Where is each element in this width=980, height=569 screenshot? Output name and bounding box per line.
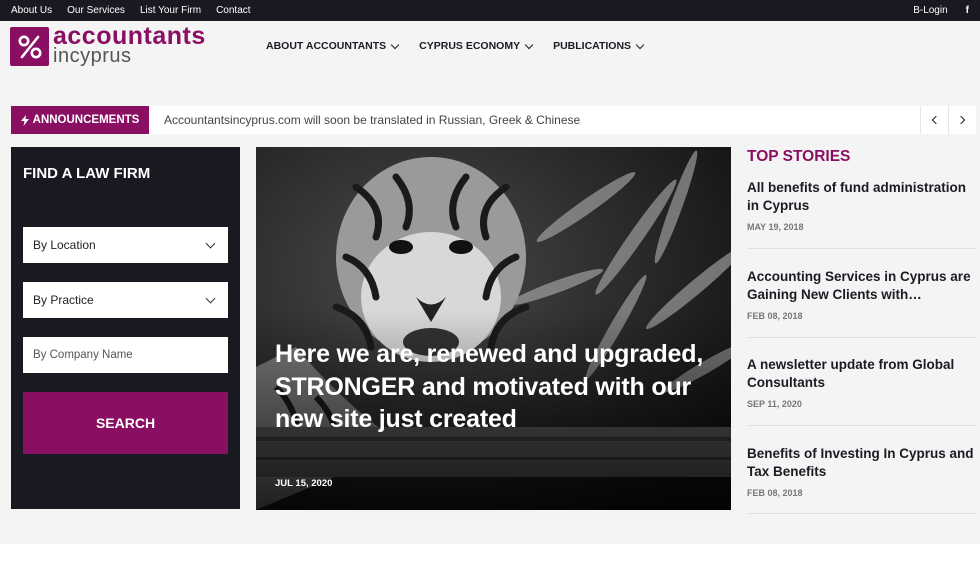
announcement-next-button[interactable] bbox=[948, 106, 976, 134]
tiger-image bbox=[256, 147, 731, 510]
story-date: MAY 19, 2018 bbox=[747, 222, 804, 232]
announcements-label-text: ANNOUNCEMENTS bbox=[32, 114, 140, 126]
chevron-left-icon bbox=[931, 115, 941, 125]
company-name-input[interactable] bbox=[23, 337, 228, 373]
top-right: B-Login f bbox=[913, 5, 969, 16]
top-links: About Us Our Services List Your Firm Con… bbox=[11, 5, 266, 16]
chevron-down-icon bbox=[205, 238, 216, 248]
location-select-value: By Location bbox=[33, 238, 96, 252]
list-item[interactable]: A newsletter update from Global Consulta… bbox=[747, 356, 976, 426]
facebook-icon[interactable]: f bbox=[966, 5, 969, 16]
announcements-bar: ANNOUNCEMENTS Accountantsincyprus.com wi… bbox=[11, 106, 976, 134]
featured-headline[interactable]: Here we are, renewed and upgraded, STRON… bbox=[275, 338, 705, 436]
footer-band bbox=[0, 544, 980, 569]
story-title[interactable]: All benefits of fund administration in C… bbox=[747, 179, 976, 214]
nav-cyprus-economy[interactable]: CYPRUS ECONOMY bbox=[419, 40, 534, 52]
chevron-down-icon bbox=[390, 40, 400, 49]
find-law-firm-panel: FIND A LAW FIRM By Location By Practice … bbox=[11, 147, 240, 509]
chevron-down-icon bbox=[635, 40, 645, 49]
nav-label: PUBLICATIONS bbox=[553, 40, 632, 52]
logo-wordmark: accountants incyprus bbox=[53, 24, 206, 67]
nav-label: ABOUT ACCOUNTANTS bbox=[266, 40, 387, 52]
login-link[interactable]: B-Login bbox=[913, 5, 947, 16]
practice-select-value: By Practice bbox=[33, 293, 94, 307]
nav-about-accountants[interactable]: ABOUT ACCOUNTANTS bbox=[266, 40, 400, 52]
story-title[interactable]: A newsletter update from Global Consulta… bbox=[747, 356, 976, 391]
top-stories: TOP STORIES All benefits of fund adminis… bbox=[747, 147, 976, 514]
announcement-controls bbox=[920, 106, 976, 134]
site-header: accountants incyprus ABOUT ACCOUNTANTS C… bbox=[0, 21, 980, 79]
story-date: FEB 08, 2018 bbox=[747, 488, 803, 498]
announcement-prev-button[interactable] bbox=[920, 106, 948, 134]
chevron-down-icon bbox=[524, 40, 534, 49]
main-nav: ABOUT ACCOUNTANTS CYPRUS ECONOMY PUBLICA… bbox=[266, 40, 664, 52]
top-stories-title: TOP STORIES bbox=[747, 148, 851, 165]
search-button[interactable]: SEARCH bbox=[23, 392, 228, 454]
percent-logo-icon bbox=[10, 27, 49, 66]
chevron-right-icon bbox=[956, 115, 966, 125]
announcements-label: ANNOUNCEMENTS bbox=[11, 106, 149, 134]
list-item[interactable]: All benefits of fund administration in C… bbox=[747, 179, 976, 249]
nav-label: CYPRUS ECONOMY bbox=[419, 40, 521, 52]
chevron-down-icon bbox=[205, 293, 216, 303]
top-link-list-firm[interactable]: List Your Firm bbox=[140, 5, 201, 16]
story-title[interactable]: Accounting Services in Cyprus are Gainin… bbox=[747, 268, 976, 303]
story-date: FEB 08, 2018 bbox=[747, 311, 803, 321]
practice-select[interactable]: By Practice bbox=[23, 282, 228, 318]
lightning-icon bbox=[20, 114, 29, 126]
find-law-firm-title: FIND A LAW FIRM bbox=[23, 165, 151, 182]
featured-article[interactable]: Here we are, renewed and upgraded, STRON… bbox=[256, 147, 731, 510]
featured-date: JUL 15, 2020 bbox=[275, 478, 333, 489]
story-title[interactable]: Benefits of Investing In Cyprus and Tax … bbox=[747, 445, 976, 480]
top-link-contact[interactable]: Contact bbox=[216, 5, 250, 16]
list-item[interactable]: Benefits of Investing In Cyprus and Tax … bbox=[747, 445, 976, 514]
nav-publications[interactable]: PUBLICATIONS bbox=[553, 40, 645, 52]
story-date: SEP 11, 2020 bbox=[747, 399, 802, 409]
list-item[interactable]: Accounting Services in Cyprus are Gainin… bbox=[747, 268, 976, 338]
site-logo[interactable]: accountants incyprus bbox=[10, 24, 206, 67]
top-link-services[interactable]: Our Services bbox=[67, 5, 125, 16]
announcement-text[interactable]: Accountantsincyprus.com will soon be tra… bbox=[164, 113, 580, 127]
top-bar: About Us Our Services List Your Firm Con… bbox=[0, 0, 980, 21]
location-select[interactable]: By Location bbox=[23, 227, 228, 263]
top-link-about[interactable]: About Us bbox=[11, 5, 52, 16]
